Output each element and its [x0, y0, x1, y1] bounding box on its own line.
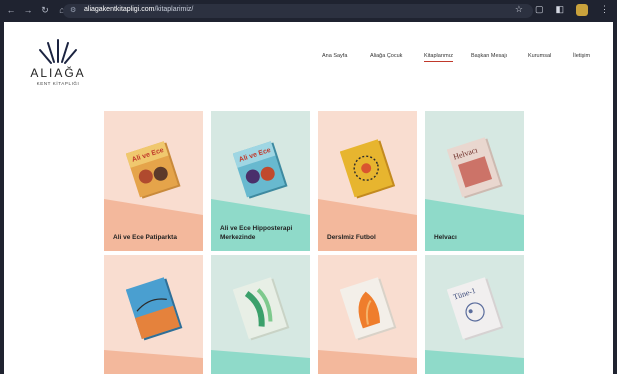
extensions-icon[interactable]: ▢	[535, 4, 544, 16]
nav-item-kitaplarimiz[interactable]: Kitaplarımız	[424, 53, 454, 62]
page: ALIAĞA KENT KİTAPLIĞI Ana Sayfa Aliağa Ç…	[0, 22, 617, 374]
nav-item-baskan-mesaji[interactable]: Başkan Mesajı	[471, 53, 507, 59]
card-wedge	[211, 350, 310, 374]
card-wedge	[104, 350, 203, 374]
site-info-icon[interactable]: ⚙	[70, 6, 76, 14]
book-card[interactable]	[104, 255, 203, 374]
card-title: Ali ve Ece Patiparkta	[113, 234, 177, 242]
card-wedge	[318, 350, 417, 374]
book-cover-image	[233, 277, 290, 341]
url-host: aliagakentkitapligi.com	[84, 6, 155, 13]
book-card[interactable]	[318, 255, 417, 374]
card-title: Helvacı	[434, 234, 457, 242]
browser-nav-buttons: ← → ↻ ⌂	[6, 5, 67, 16]
book-card[interactable]: Helvacı Helvacı	[425, 111, 524, 251]
book-cover-image	[126, 277, 183, 341]
nav-item-iletisim[interactable]: İletişim	[573, 53, 590, 59]
logo-rays-icon	[39, 39, 77, 64]
address-text[interactable]: aliagakentkitapligi.com/kitaplarimiz/	[84, 6, 193, 13]
nav-item-ana-sayfa[interactable]: Ana Sayfa	[322, 53, 347, 59]
logo-name: ALIAĞA	[30, 66, 86, 80]
book-card[interactable]: Derslmiz Futbol	[318, 111, 417, 251]
book-cover-image: Helvacı	[447, 137, 503, 199]
book-cover-image	[340, 139, 396, 199]
book-cover-image: Tüne-1	[447, 277, 504, 341]
book-cover-image	[340, 277, 397, 341]
logo-subtitle: KENT KİTAPLIĞI	[36, 81, 80, 86]
book-card[interactable]	[211, 255, 310, 374]
menu-icon[interactable]: ⋮	[600, 4, 609, 16]
card-wedge	[104, 199, 203, 251]
card-wedge	[318, 199, 417, 251]
sidebar-icon[interactable]: ◧	[555, 4, 564, 16]
book-cover-image: Ali ve Ece	[233, 141, 288, 199]
card-title: Ali ve Ece Hipposterapi Merkezinde	[220, 225, 293, 242]
card-wedge	[425, 350, 524, 374]
back-icon[interactable]: ←	[6, 5, 16, 16]
nav-item-kurumsal[interactable]: Kurumsal	[528, 53, 551, 59]
book-cover-image: Ali ve Ece	[126, 141, 181, 199]
reload-icon[interactable]: ↻	[40, 5, 50, 16]
browser-toolbar: ← → ↻ ⌂ ⚙ aliagakentkitapligi.com/kitapl…	[0, 0, 617, 22]
url-path: /kitaplarimiz/	[154, 6, 194, 13]
book-card[interactable]: Ali ve Ece Ali ve Ece Hipposterapi Merke…	[211, 111, 310, 251]
forward-icon[interactable]: →	[23, 5, 33, 16]
nav-item-aliaga-cocuk[interactable]: Aliağa Çocuk	[370, 53, 402, 59]
browser-actions: ☆ ▢ ◧ ⋮	[515, 4, 609, 16]
profile-avatar[interactable]	[576, 4, 588, 16]
site-logo[interactable]: ALIAĞA KENT KİTAPLIĞI	[24, 36, 92, 94]
book-card[interactable]: Tüne-1	[425, 255, 524, 374]
book-card[interactable]: Ali ve Ece Ali ve Ece Patiparkta	[104, 111, 203, 251]
card-wedge	[425, 199, 524, 251]
star-icon[interactable]: ☆	[515, 4, 523, 16]
card-title: Derslmiz Futbol	[327, 234, 376, 242]
